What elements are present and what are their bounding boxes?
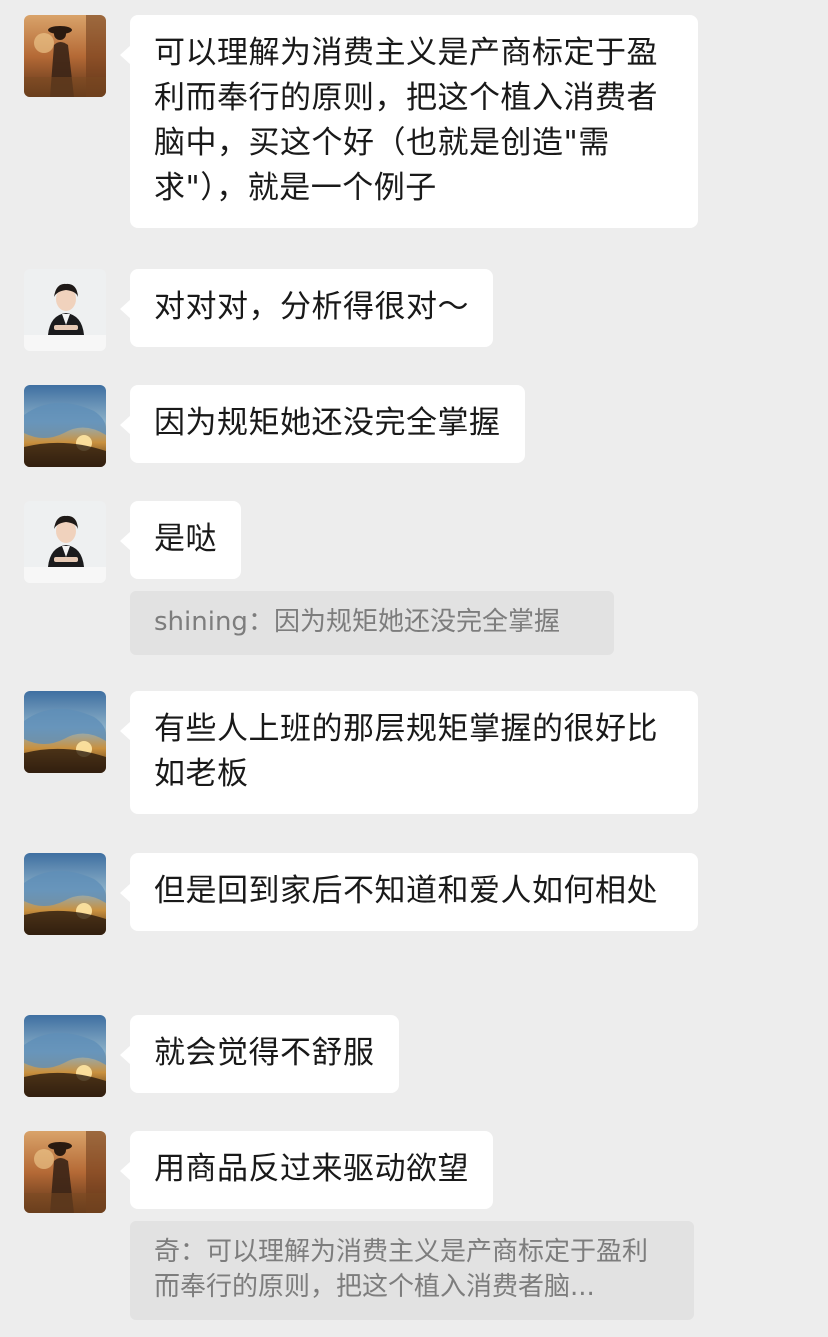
- message-bubble[interactable]: 可以理解为消费主义是产商标定于盈利而奉行的原则，把这个植入消费者脑中，买这个好（…: [120, 15, 698, 228]
- quote-separator: ：: [180, 1237, 207, 1267]
- quote-text: 可以理解为消费主义是产商标定于盈利而奉行的原则，把这个植入消费者脑...: [154, 1237, 649, 1302]
- message-text: 对对对，分析得很对～: [154, 289, 469, 325]
- message-bubble[interactable]: 是哒: [120, 501, 241, 579]
- avatar-woman-portrait[interactable]: [24, 269, 106, 351]
- message-bubble[interactable]: 就会觉得不舒服: [120, 1015, 399, 1093]
- quote-sender: 奇: [154, 1237, 181, 1267]
- message-text: 是哒: [154, 521, 217, 557]
- chat-message-list[interactable]: 可以理解为消费主义是产商标定于盈利而奉行的原则，把这个植入消费者脑中，买这个好（…: [0, 0, 828, 1337]
- avatar-ocean-wave[interactable]: [24, 853, 106, 935]
- quoted-reply[interactable]: shining：因为规矩她还没完全掌握: [130, 591, 614, 655]
- avatar-sunset-silhouette[interactable]: [24, 1131, 106, 1213]
- avatar-woman-portrait[interactable]: [24, 501, 106, 583]
- message-bubble[interactable]: 有些人上班的那层规矩掌握的很好比如老板: [120, 691, 698, 814]
- message-text: 就会觉得不舒服: [154, 1035, 375, 1071]
- avatar-sunset-silhouette[interactable]: [24, 15, 106, 97]
- quoted-reply[interactable]: 奇：可以理解为消费主义是产商标定于盈利而奉行的原则，把这个植入消费者脑...: [130, 1221, 694, 1320]
- quote-separator: ：: [247, 607, 274, 637]
- avatar-ocean-wave[interactable]: [24, 1015, 106, 1097]
- message-bubble[interactable]: 因为规矩她还没完全掌握: [120, 385, 525, 463]
- message-text: 有些人上班的那层规矩掌握的很好比如老板: [154, 711, 658, 792]
- avatar-ocean-wave[interactable]: [24, 385, 106, 467]
- message-bubble[interactable]: 用商品反过来驱动欲望: [120, 1131, 493, 1209]
- message-text: 因为规矩她还没完全掌握: [154, 405, 501, 441]
- message-bubble[interactable]: 但是回到家后不知道和爱人如何相处: [120, 853, 698, 931]
- quote-text: 因为规矩她还没完全掌握: [273, 607, 560, 637]
- message-bubble[interactable]: 对对对，分析得很对～: [120, 269, 493, 347]
- message-text: 但是回到家后不知道和爱人如何相处: [154, 873, 658, 909]
- message-text: 用商品反过来驱动欲望: [154, 1151, 469, 1187]
- quote-sender: shining: [154, 607, 248, 637]
- message-text: 可以理解为消费主义是产商标定于盈利而奉行的原则，把这个植入消费者脑中，买这个好（…: [154, 35, 658, 206]
- avatar-ocean-wave[interactable]: [24, 691, 106, 773]
